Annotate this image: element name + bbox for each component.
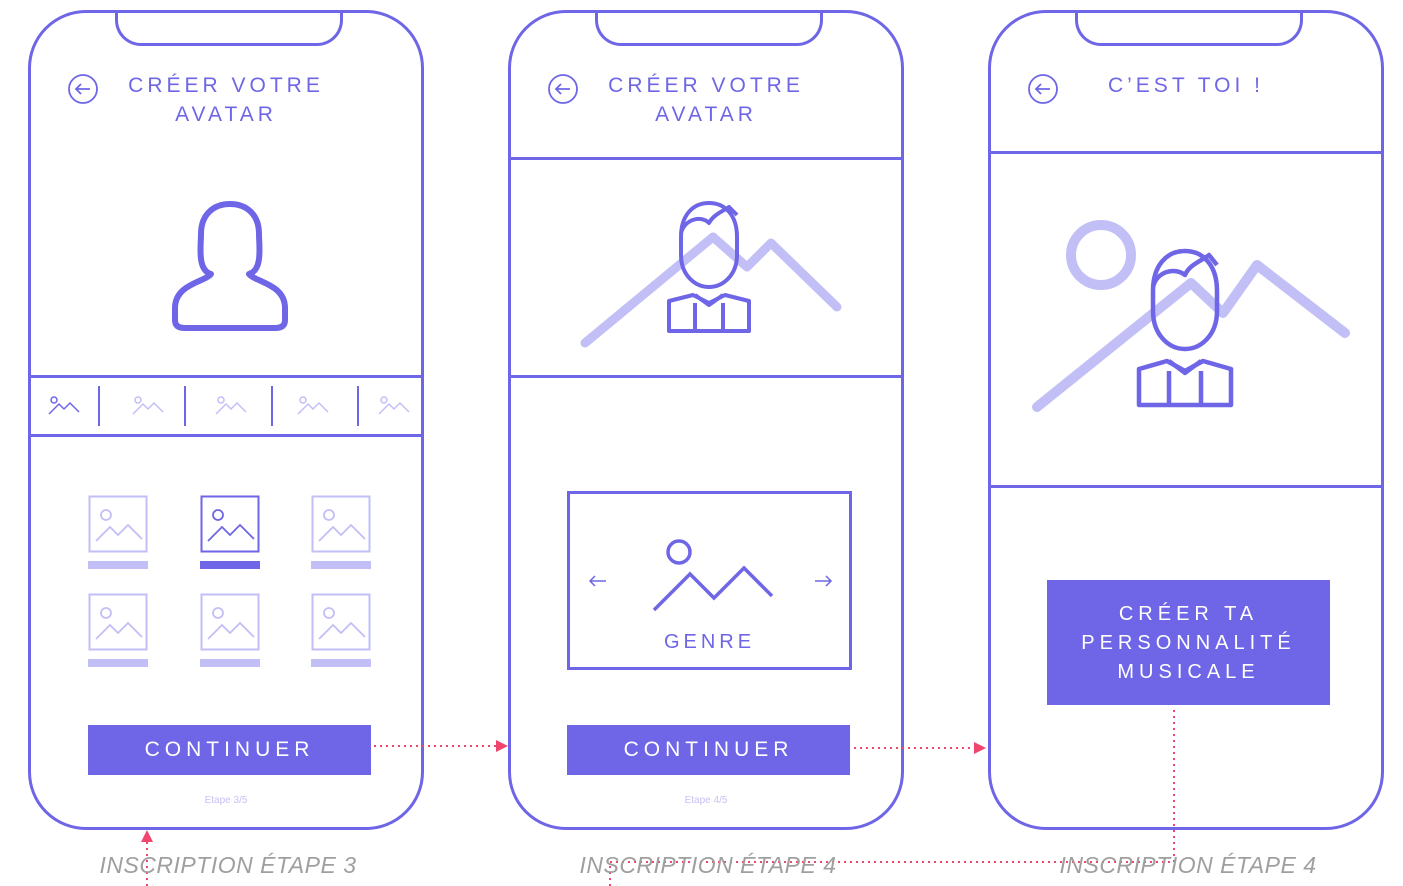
caption-step-3: INSCRIPTION ÉTAPE 3 bbox=[99, 852, 357, 878]
caption-step-4: INSCRIPTION ÉTAPE 4 bbox=[579, 852, 837, 878]
arrowhead bbox=[496, 740, 508, 752]
arrowhead bbox=[974, 742, 986, 754]
arrowhead bbox=[141, 830, 153, 842]
flow-connectors bbox=[141, 710, 1175, 886]
caption-result: INSCRIPTION ÉTAPE 4 bbox=[1059, 852, 1317, 878]
